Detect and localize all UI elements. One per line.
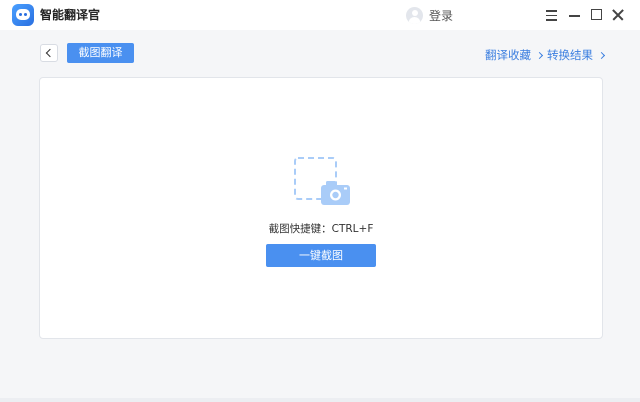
translation-favorites-label: 翻译收藏 (485, 48, 531, 62)
app-title: 智能翻译官 (40, 8, 101, 22)
back-button[interactable] (40, 44, 58, 62)
tab-screenshot-translate[interactable]: 截图翻译 (67, 43, 134, 63)
login-label: 登录 (429, 8, 454, 23)
chevron-right-icon (597, 51, 606, 60)
app-window: 智能翻译官 登录 截图翻译 翻译收藏 转换结果 截图快捷键：CTRL+F 一键截… (0, 0, 640, 402)
login-button[interactable]: 登录 (406, 5, 453, 25)
screenshot-camera-icon (294, 157, 350, 205)
maximize-icon[interactable] (588, 6, 606, 24)
user-avatar-icon (406, 6, 423, 24)
minimize-icon[interactable] (566, 6, 584, 24)
chevron-right-icon (535, 51, 544, 60)
title-bar: 智能翻译官 登录 (0, 0, 640, 30)
app-logo-icon (12, 4, 34, 26)
bottom-edge (0, 398, 640, 402)
conversion-results-link[interactable]: 转换结果 (547, 48, 606, 63)
conversion-results-label: 转换结果 (547, 48, 593, 62)
menu-icon[interactable] (543, 6, 561, 24)
one-click-capture-button[interactable]: 一键截图 (266, 244, 376, 267)
chevron-left-icon (45, 48, 55, 58)
translation-favorites-link[interactable]: 翻译收藏 (485, 48, 544, 63)
capture-panel: 截图快捷键：CTRL+F 一键截图 (39, 77, 603, 339)
close-icon[interactable] (609, 6, 627, 24)
shortcut-hint: 截图快捷键：CTRL+F (268, 223, 374, 235)
